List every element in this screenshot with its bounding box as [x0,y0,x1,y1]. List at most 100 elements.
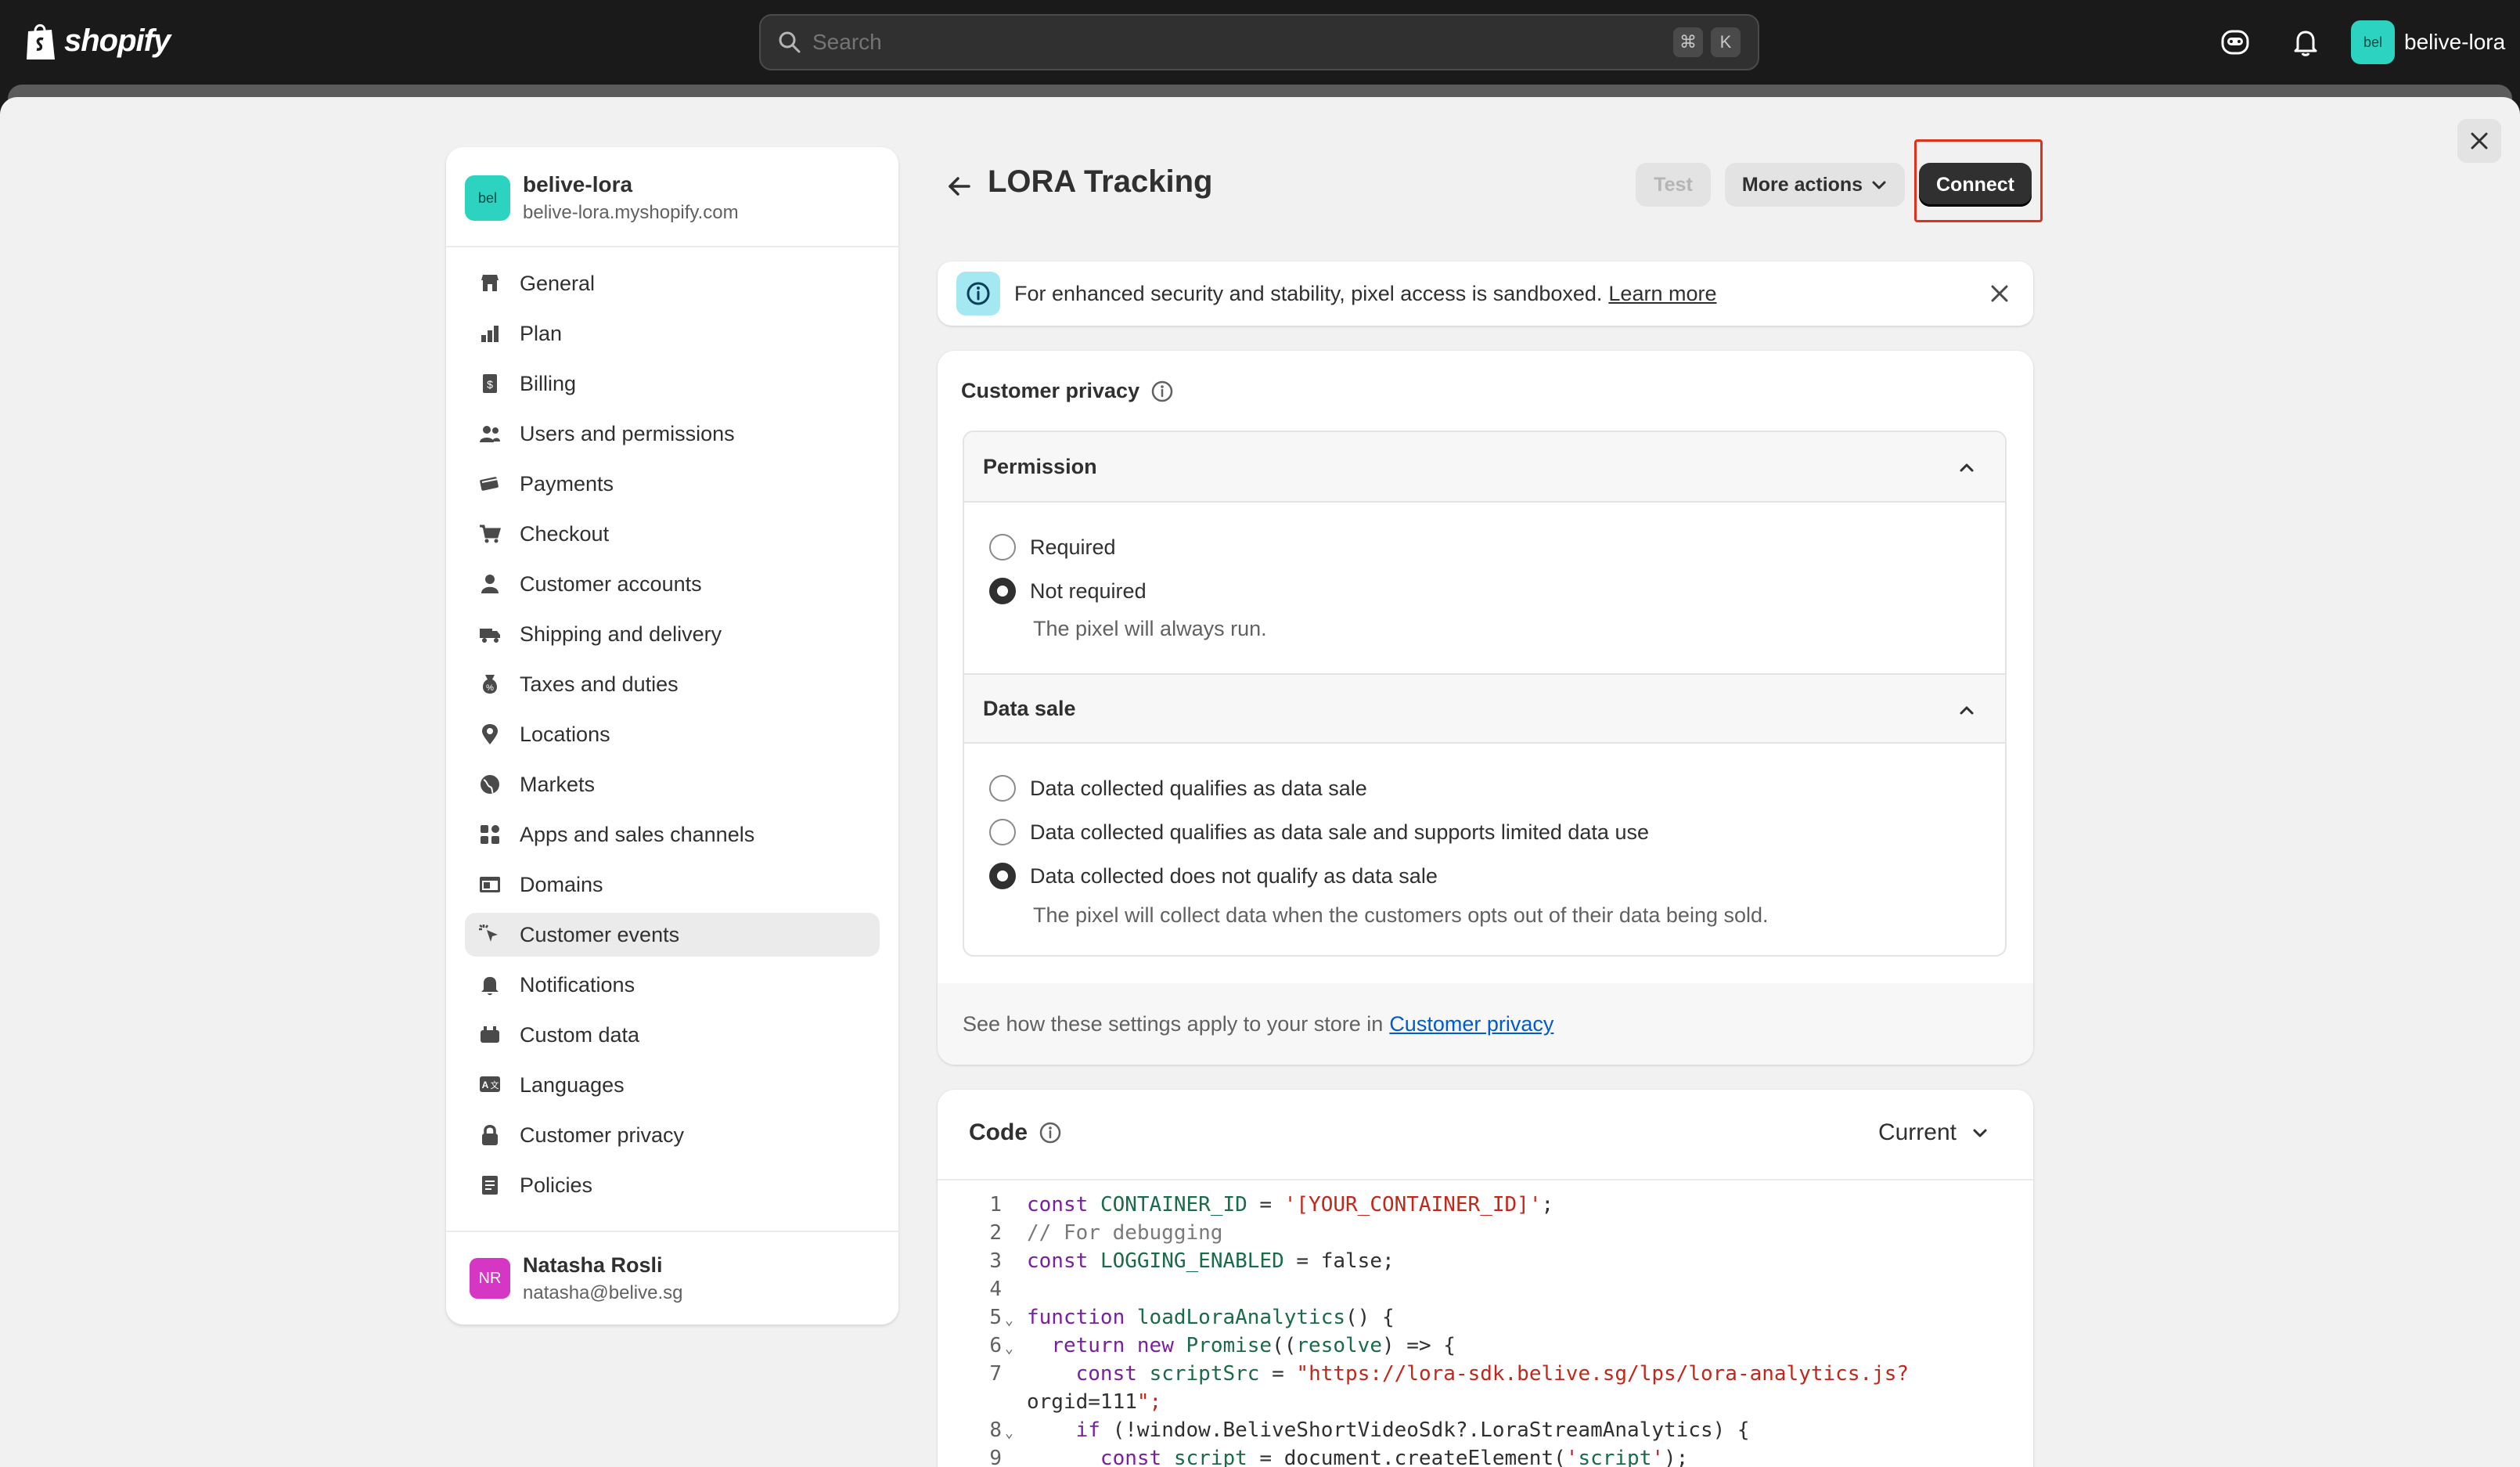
sidebar-item-languages[interactable]: A 文 Languages [465,1063,880,1107]
global-search[interactable]: ⌘ K [759,14,1759,70]
code-card: Code Current 1 const CONTAINER_ID = '[YOU… [938,1090,2033,1467]
code-line[interactable]: orgid=111"; [938,1390,2033,1418]
info-icon [956,272,1000,315]
radio-button-selected[interactable] [989,863,1016,889]
sidebar-item-notifications[interactable]: Notifications [465,963,880,1007]
code-editor[interactable]: 1 const CONTAINER_ID = '[YOUR_CONTAINER_I… [938,1179,2033,1467]
shopify-bag-icon [27,23,55,59]
radio-button[interactable] [989,775,1016,802]
sidebar-item-customer-privacy[interactable]: Customer privacy [465,1113,880,1157]
option-label: Data collected does not qualify as data … [1030,863,1438,888]
code-text: function loadLoraAnalytics() { [1027,1306,1395,1329]
data-sale-option-not-qualify[interactable]: Data collected does not qualify as data … [989,863,1438,889]
sidebar-item-shipping-and-delivery[interactable]: Shipping and delivery [465,612,880,656]
fold-chevron-icon[interactable]: ⌄ [1002,1334,1017,1362]
sidebar-item-custom-data[interactable]: Custom data [465,1013,880,1057]
sidebar-item-label: Customer privacy [520,1123,685,1147]
sidebar-item-customer-events[interactable]: Customer events [465,913,880,957]
more-actions-button[interactable]: More actions [1725,163,1905,207]
data-sale-option-qualifies[interactable]: Data collected qualifies as data sale [989,775,1367,802]
sidebar-item-policies[interactable]: Policies [465,1163,880,1207]
sidebar-item-taxes-and-duties[interactable]: % Taxes and duties [465,662,880,706]
option-label: Data collected qualifies as data sale [1030,776,1367,800]
sidebar-item-apps-and-sales-channels[interactable]: Apps and sales channels [465,813,880,856]
data-sale-section-header[interactable]: Data sale [964,673,2005,744]
code-text: const CONTAINER_ID = '[YOUR_CONTAINER_ID… [1027,1193,1554,1216]
connect-button[interactable]: Connect [1919,163,2032,207]
store-switcher[interactable]: bel belive-lora [2351,20,2505,64]
fold-gutter [1002,1447,1017,1467]
back-arrow-icon[interactable] [944,171,975,202]
user-account[interactable]: NR Natasha Rosli natasha@belive.sg [446,1231,898,1325]
sidebar-item-locations[interactable]: Locations [465,712,880,756]
sidebar-item-checkout[interactable]: Checkout [465,512,880,556]
sidebar-item-label: Custom data [520,1022,640,1047]
data-sale-help-text: The pixel will collect data when the cus… [1033,903,1769,927]
code-version-select[interactable]: Current [1878,1119,1989,1146]
customer-privacy-link[interactable]: Customer privacy [1389,1012,1553,1036]
learn-more-link[interactable]: Learn more [1608,282,1716,306]
close-settings-button[interactable] [2457,119,2501,163]
code-line[interactable]: 6 ⌄ return new Promise((resolve) => { [938,1334,2033,1362]
sidebar-item-payments[interactable]: Payments [465,462,880,506]
sidebar-item-label: Languages [520,1072,625,1097]
privacy-settings-accordion: Permission Required Not required The pix… [963,431,2007,957]
data-icon [481,1026,499,1043]
sidekick-icon[interactable] [2218,25,2252,59]
store-avatar: bel [465,175,510,221]
sidebar-item-markets[interactable]: Markets [465,762,880,806]
sidebar-item-billing[interactable]: $ Billing [465,362,880,405]
line-number: 3 [989,1249,1002,1273]
fold-chevron-icon[interactable]: ⌄ [1002,1306,1017,1334]
fold-chevron-icon[interactable]: ⌄ [1002,1418,1017,1447]
code-text: const LOGGING_ENABLED = false; [1027,1249,1395,1273]
option-label: Data collected qualifies as data sale an… [1030,820,1649,844]
sidebar-item-users-and-permissions[interactable]: Users and permissions [465,412,880,456]
code-line[interactable]: 1 const CONTAINER_ID = '[YOUR_CONTAINER_I… [938,1193,2033,1221]
store-header[interactable]: bel belive-lora belive-lora.myshopify.co… [446,147,898,247]
sidebar-item-label: Billing [520,371,577,395]
permission-option-required[interactable]: Required [989,534,1116,560]
test-button[interactable]: Test [1636,163,1711,207]
permission-section-header[interactable]: Permission [964,432,2005,503]
code-line[interactable]: 3 const LOGGING_ENABLED = false; [938,1249,2033,1278]
notifications-bell-icon[interactable] [2288,25,2323,59]
more-actions-label: More actions [1741,173,1863,196]
permission-option-not-required[interactable]: Not required [989,578,1147,604]
line-number: 4 [989,1278,1002,1301]
sidebar-item-label: Shipping and delivery [520,622,722,646]
customer-privacy-card: Customer privacy Permission Required Not… [938,351,2033,1065]
code-line[interactable]: 5 ⌄ function loadLoraAnalytics() { [938,1306,2033,1334]
globe-icon [481,775,499,794]
info-icon[interactable] [1150,380,1174,403]
brand-wordmark: shopify [64,23,171,58]
dismiss-banner-icon[interactable] [1986,280,2013,307]
sidebar-item-label: Taxes and duties [520,672,679,696]
shopify-logo[interactable]: shopify [23,20,171,61]
line-number: 7 [989,1362,1002,1386]
code-line[interactable]: 9 const script = document.createElement(… [938,1447,2033,1467]
sidebar-item-plan[interactable]: Plan [465,312,880,355]
code-line[interactable]: 7 const scriptSrc = "https://lora-sdk.be… [938,1362,2033,1390]
radio-button-selected[interactable] [989,578,1016,604]
code-line[interactable]: 4 [938,1278,2033,1306]
info-icon[interactable] [1039,1121,1062,1144]
code-text: // For debugging [1027,1221,1223,1245]
chevron-down-icon [1973,1129,1987,1137]
search-input[interactable] [812,30,1665,55]
radio-button[interactable] [989,819,1016,845]
line-number: 9 [989,1447,1002,1467]
sidebar-item-customer-accounts[interactable]: Customer accounts [465,562,880,606]
customer-privacy-heading: Customer privacy [961,379,1140,402]
line-number [938,1390,1002,1418]
tax-icon: % [482,675,498,694]
code-line[interactable]: 8 ⌄ if (!window.BeliveShortVideoSdk?.Lora… [938,1418,2033,1447]
sidebar-item-general[interactable]: General [465,261,880,305]
data-sale-option-limited-use[interactable]: Data collected qualifies as data sale an… [989,819,1649,845]
radio-button[interactable] [989,534,1016,560]
sidebar-item-domains[interactable]: Domains [465,863,880,907]
code-line[interactable]: 2 // For debugging [938,1221,2033,1249]
chevron-up-icon [1960,706,1974,715]
user-email: natasha@belive.sg [523,1281,683,1303]
